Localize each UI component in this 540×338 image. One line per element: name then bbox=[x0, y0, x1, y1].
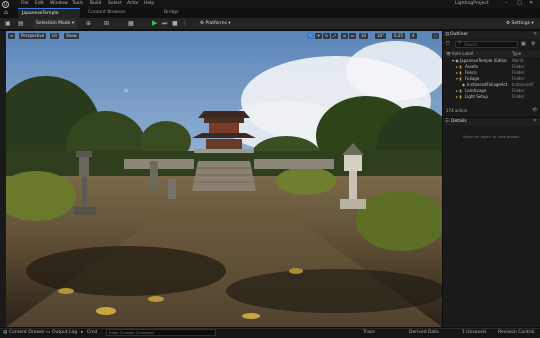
translate-icon[interactable]: ✛ bbox=[315, 33, 322, 39]
outliner-search-input[interactable]: Search bbox=[455, 41, 518, 48]
cmd-dropdown[interactable]: Cmd bbox=[87, 330, 97, 335]
menu-tools[interactable]: Tools bbox=[72, 1, 83, 6]
col-type[interactable]: Type bbox=[512, 51, 521, 56]
close-tab-icon[interactable]: ✕ bbox=[533, 31, 537, 37]
more-options-icon[interactable]: ⋮ bbox=[182, 20, 188, 27]
show-button[interactable]: Show bbox=[64, 33, 79, 39]
unsaved-button[interactable]: 1 Unsaved bbox=[462, 330, 486, 335]
settings-dropdown[interactable]: ⚙ Settings ▾ bbox=[506, 19, 534, 29]
row-type: Folder bbox=[512, 94, 525, 99]
maximize-viewport-icon[interactable]: ⛶ bbox=[432, 33, 439, 39]
platforms-dropdown[interactable]: ⚙ Platforms ▾ bbox=[200, 19, 231, 29]
visibility-col-icon: 👁 bbox=[446, 51, 452, 56]
col-item-label[interactable]: Item Label bbox=[452, 51, 473, 56]
menu-select[interactable]: Select bbox=[108, 1, 122, 6]
home-icon[interactable]: ⌂ bbox=[4, 9, 8, 16]
trace-button[interactable]: Trace bbox=[363, 330, 375, 335]
blueprint-icon[interactable]: ⊞ bbox=[104, 20, 109, 27]
tab-content-browser[interactable]: Content Browser bbox=[84, 8, 144, 18]
row-label: Light Setup bbox=[465, 94, 488, 99]
details-empty-message: Select an object to view details. bbox=[462, 135, 521, 139]
play-button[interactable]: ▶ bbox=[152, 19, 157, 27]
details-panel bbox=[443, 118, 540, 327]
maximize-icon[interactable]: □ bbox=[517, 0, 522, 6]
outliner-row[interactable]: ▸ ▮ Light Setup Folder bbox=[443, 94, 540, 100]
cinematics-icon[interactable]: ▦ bbox=[128, 20, 134, 27]
output-log-button[interactable]: Output Log bbox=[52, 330, 77, 335]
close-tab-icon[interactable]: ✕ bbox=[533, 118, 537, 124]
outliner-settings-icon[interactable]: ⚙ bbox=[531, 41, 535, 47]
scene-render bbox=[6, 31, 442, 327]
viewport-menu-icon[interactable]: ≡ bbox=[8, 33, 16, 39]
tab-level[interactable]: JapaneseTemple bbox=[18, 8, 80, 18]
details-icon: ☰ bbox=[445, 119, 450, 124]
menu-help[interactable]: Help bbox=[144, 1, 154, 6]
outliner-icon: ▤ bbox=[445, 32, 450, 37]
perspective-button[interactable]: Perspective bbox=[19, 33, 47, 39]
world-space-icon[interactable]: ◎ bbox=[341, 33, 348, 39]
selection-mode-dropdown[interactable]: Selection Mode ▾ bbox=[33, 19, 78, 29]
save-icon[interactable]: ▣ bbox=[5, 20, 11, 27]
scale-snap-value[interactable]: 0.25 bbox=[392, 33, 405, 39]
add-actor-icon[interactable]: ⊕ bbox=[86, 20, 91, 27]
tab-bridge[interactable]: Bridge bbox=[160, 8, 200, 18]
gear-icon: ⚙ bbox=[506, 21, 511, 26]
menu-file[interactable]: File bbox=[21, 1, 29, 6]
selection-mode-label: Selection Mode bbox=[36, 21, 71, 26]
camera-speed-value[interactable]: 4 bbox=[410, 33, 417, 39]
platforms-label: Platforms bbox=[205, 21, 227, 26]
outliner-title: Outliner bbox=[450, 32, 469, 37]
menu-actor[interactable]: Actor bbox=[127, 1, 139, 6]
grid-snap-value[interactable]: 10 bbox=[359, 33, 369, 39]
add-folder-icon[interactable]: ▣ bbox=[521, 41, 526, 47]
rotation-snap-value[interactable]: 10° bbox=[375, 33, 387, 39]
skip-icon[interactable]: ⏭ bbox=[162, 20, 167, 28]
minimize-icon[interactable]: – bbox=[505, 0, 508, 6]
content-drawer-button[interactable]: Content Drawer bbox=[9, 330, 45, 335]
document-tab-bar bbox=[0, 8, 540, 18]
filter-icon[interactable]: ⛉ bbox=[446, 41, 450, 47]
menu-edit[interactable]: Edit bbox=[35, 1, 44, 6]
content-drawer-icon: ▤ bbox=[3, 330, 8, 335]
level-viewport[interactable]: ≡ Perspective Lit Show ↖ ✛ ↻ ⤢ ◎ ▭ 10 10… bbox=[6, 31, 442, 327]
browse-icon[interactable]: ▤ bbox=[18, 20, 24, 27]
output-log-icon: ▭ bbox=[46, 330, 51, 335]
settings-label: Settings bbox=[511, 21, 530, 26]
platforms-icon: ⚙ bbox=[200, 21, 205, 26]
search-icon: ⚲ bbox=[458, 41, 462, 46]
derived-data-button[interactable]: Derived Data bbox=[409, 330, 439, 335]
select-mode-icon[interactable]: ↖ bbox=[307, 33, 314, 39]
menu-build[interactable]: Build bbox=[90, 1, 101, 6]
cmd-icon: ▸ bbox=[81, 330, 84, 335]
folder-icon: ▸ ▮ bbox=[456, 94, 462, 99]
surface-snap-icon[interactable]: ▭ bbox=[349, 33, 356, 39]
console-command-input[interactable] bbox=[106, 329, 216, 336]
menu-window[interactable]: Window bbox=[50, 1, 68, 6]
project-name: LightingProject bbox=[455, 1, 489, 6]
scale-icon[interactable]: ⤢ bbox=[331, 33, 338, 39]
actor-count: 174 actors bbox=[446, 108, 468, 113]
details-title: Details bbox=[451, 119, 467, 124]
view-options-icon[interactable]: 👁 bbox=[532, 108, 538, 113]
camera-actor-icon[interactable]: ⌂ bbox=[124, 87, 128, 94]
unreal-logo-icon[interactable]: U bbox=[2, 1, 9, 8]
lit-button[interactable]: Lit bbox=[50, 33, 59, 39]
close-icon[interactable]: ✕ bbox=[529, 0, 533, 6]
rotate-icon[interactable]: ↻ bbox=[323, 33, 330, 39]
main-toolbar bbox=[0, 18, 540, 30]
stop-icon[interactable]: ■ bbox=[172, 20, 178, 27]
revision-control-button[interactable]: Revision Control bbox=[498, 330, 535, 335]
